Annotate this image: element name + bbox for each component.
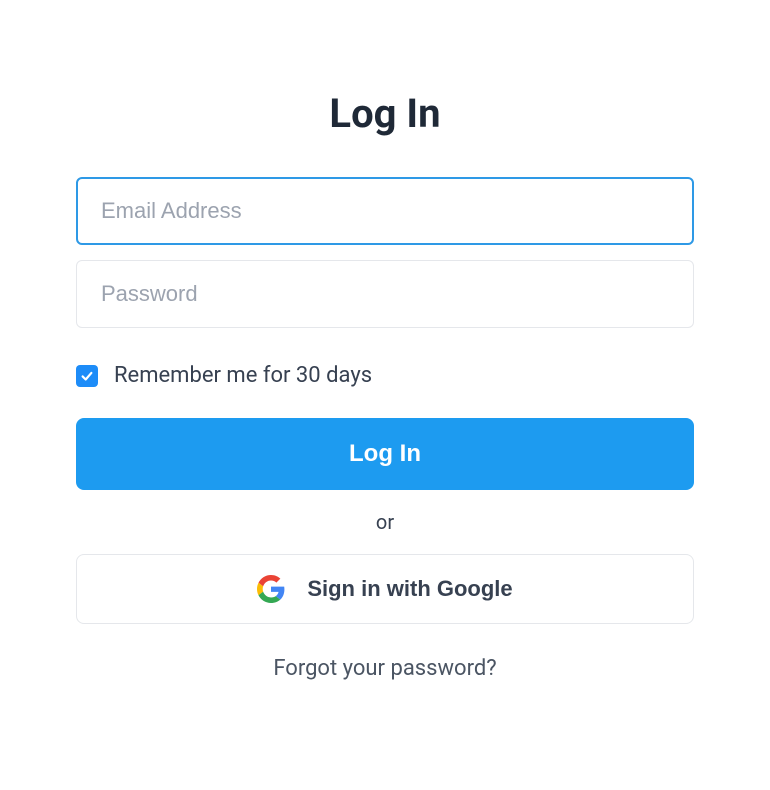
remember-row: Remember me for 30 days <box>76 363 694 388</box>
or-divider: or <box>76 510 694 534</box>
google-signin-button[interactable]: Sign in with Google <box>76 554 694 624</box>
forgot-password-link[interactable]: Forgot your password? <box>76 656 694 681</box>
login-form: Log In Remember me for 30 days Log In or… <box>76 90 694 681</box>
remember-checkbox[interactable] <box>76 365 98 387</box>
login-button[interactable]: Log In <box>76 418 694 490</box>
check-icon <box>80 369 94 383</box>
google-button-label: Sign in with Google <box>307 576 512 602</box>
google-icon <box>257 575 285 603</box>
email-input[interactable] <box>76 177 694 245</box>
page-title: Log In <box>76 90 694 137</box>
remember-label: Remember me for 30 days <box>114 363 372 388</box>
password-input[interactable] <box>76 260 694 328</box>
